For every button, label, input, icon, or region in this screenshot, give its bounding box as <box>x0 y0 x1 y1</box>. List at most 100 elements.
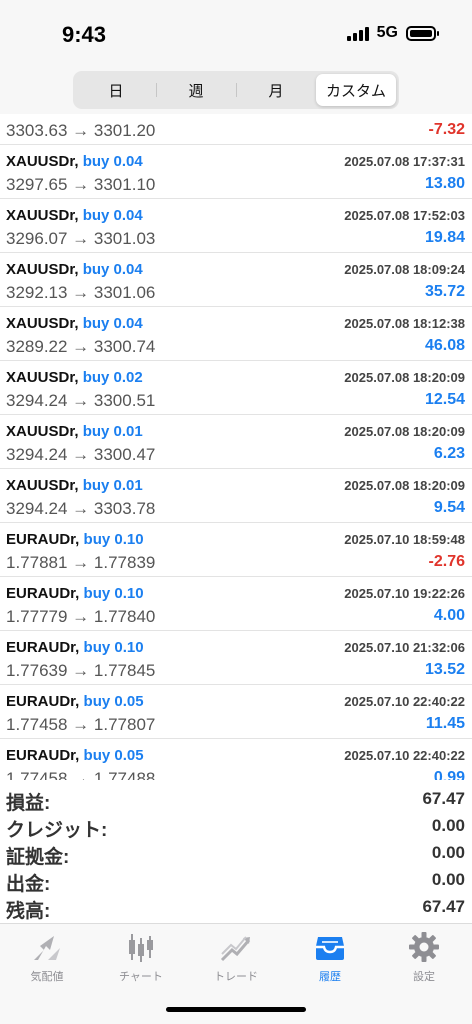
deal-symbol-name: EURAUDr, <box>6 693 80 710</box>
summary-balance-label: 残高: <box>6 901 51 922</box>
status-time: 9:43 <box>62 22 107 47</box>
deal-symbol-name: XAUUSDr, <box>6 369 79 386</box>
status-bar: 9:43 5G <box>0 0 472 70</box>
tab-month[interactable]: 月 <box>236 74 316 106</box>
deal-prices: 3294.24 → 3303.78 <box>6 499 156 518</box>
tab-week[interactable]: 週 <box>156 74 236 106</box>
summary-balance-value: 67.47 <box>422 897 465 916</box>
deal-row[interactable]: EURAUDr, buy 0.05 2025.07.10 22:40:22 1.77… <box>0 739 472 780</box>
deal-symbol-name: XAUUSDr, <box>6 207 79 224</box>
deal-symbol-name: EURAUDr, <box>6 585 80 602</box>
deal-symbol-name: XAUUSDr, <box>6 423 79 440</box>
deal-time: 2025.07.10 18:59:48 <box>344 532 465 547</box>
summary-deposit-row: 証拠金: 0.00 <box>0 839 472 868</box>
deal-row[interactable]: EURAUDr, buy 0.05 2025.07.10 22:40:22 1.77… <box>0 685 472 739</box>
deal-row[interactable]: EURAUDr, buy 0.10 2025.07.10 19:22:26 1.77… <box>0 577 472 631</box>
deal-symbol-name: EURAUDr, <box>6 747 80 764</box>
summary-profit-row: 損益: 67.47 <box>0 785 472 814</box>
status-indicators: 5G <box>346 24 439 42</box>
deal-prices: 3289.22 → 3300.74 <box>6 337 156 356</box>
deal-row[interactable]: EURAUDr, buy 0.10 2025.07.10 18:59:48 1.77… <box>0 523 472 577</box>
deal-prices: 1.77779 → 1.77840 <box>6 607 156 626</box>
deal-symbol-name: XAUUSDr, <box>6 153 79 170</box>
home-indicator[interactable] <box>166 1007 306 1012</box>
tab-chart-label: チャート <box>119 971 163 983</box>
deal-row[interactable]: XAUUSDr, buy 0.02 2025.07.08 18:20:09 3294… <box>0 361 472 415</box>
deal-symbol: EURAUDr, buy 0.05 <box>6 693 144 710</box>
deal-row[interactable]: XAUUSDr, buy 0.01 2025.07.08 18:20:09 3294… <box>0 415 472 469</box>
deal-side-volume: buy 0.04 <box>82 153 143 170</box>
network-type: 5G <box>376 24 398 41</box>
history-icon <box>316 937 344 960</box>
tab-history[interactable]: 履歴 <box>290 930 370 986</box>
deal-profit: 46.08 <box>424 337 465 354</box>
deal-profit: 4.00 <box>433 607 465 624</box>
deal-symbol: EURAUDr, buy 0.05 <box>6 747 144 764</box>
deal-profit: 0.99 <box>433 769 465 780</box>
deal-prices: 1.77881 → 1.77839 <box>6 553 156 572</box>
tab-quotes-label: 気配値 <box>30 971 64 983</box>
battery-icon <box>406 25 439 41</box>
deal-side-volume: buy 0.04 <box>82 207 143 224</box>
deal-profit: 13.52 <box>424 661 465 678</box>
deal-time: 2025.07.10 22:40:22 <box>344 748 465 763</box>
deal-prices: 3296.07 → 3301.03 <box>6 229 156 248</box>
deal-side-volume: buy 0.02 <box>82 369 143 386</box>
tab-history-label: 履歴 <box>319 971 341 983</box>
deal-side-volume: buy 0.04 <box>82 261 143 278</box>
deal-row[interactable]: XAUUSDr, buy 0.04 2025.07.08 18:09:24 3292… <box>0 253 472 307</box>
deal-time: 2025.07.08 18:09:24 <box>344 262 465 277</box>
deal-time: 2025.07.10 19:22:26 <box>344 586 465 601</box>
deal-profit: 13.80 <box>424 175 465 192</box>
summary-credit-row: クレジット: 0.00 <box>0 812 472 841</box>
tab-settings[interactable]: 設定 <box>384 930 464 986</box>
deal-row[interactable]: 3303.63 → 3301.20 -7.32 <box>0 114 472 145</box>
deal-row[interactable]: XAUUSDr, buy 0.01 2025.07.08 18:20:09 3294… <box>0 469 472 523</box>
deal-prices: 3297.65 → 3301.10 <box>6 175 156 194</box>
deal-symbol: XAUUSDr, buy 0.01 <box>6 423 143 440</box>
summary-deposit-value: 0.00 <box>431 843 465 862</box>
deal-profit: 11.45 <box>425 715 465 732</box>
deal-time: 2025.07.10 22:40:22 <box>344 694 465 709</box>
deal-row[interactable]: EURAUDr, buy 0.10 2025.07.10 21:32:06 1.77… <box>0 631 472 685</box>
deal-symbol: XAUUSDr, buy 0.02 <box>6 369 143 386</box>
deal-prices: 3292.13 → 3301.06 <box>6 283 156 302</box>
summary-deposit-label: 証拠金: <box>6 847 70 868</box>
trade-icon <box>220 936 251 962</box>
deal-symbol: EURAUDr, buy 0.10 <box>6 531 144 548</box>
deal-row[interactable]: XAUUSDr, buy 0.04 2025.07.08 18:12:38 3289… <box>0 307 472 361</box>
deal-time: 2025.07.08 18:20:09 <box>344 424 465 439</box>
tab-quotes[interactable]: 気配値 <box>7 930 87 986</box>
deal-symbol: XAUUSDr, buy 0.04 <box>6 261 143 278</box>
deal-profit: 19.84 <box>424 229 465 246</box>
deal-side-volume: buy 0.10 <box>83 531 144 548</box>
deal-profit: -7.32 <box>428 121 465 138</box>
deal-history-list[interactable]: 3303.63 → 3301.20 -7.32 XAUUSDr, buy 0.04 2… <box>0 114 472 780</box>
deal-row[interactable]: XAUUSDr, buy 0.04 2025.07.08 17:37:31 3297… <box>0 145 472 199</box>
deal-prices: 1.77458 → 1.77807 <box>6 715 156 734</box>
deal-side-volume: buy 0.10 <box>83 639 144 656</box>
settings-icon <box>409 932 439 962</box>
period-segmented-control: 日 週 月 カスタム <box>73 71 399 109</box>
deal-side-volume: buy 0.05 <box>83 693 144 710</box>
deal-time: 2025.07.10 21:32:06 <box>344 640 465 655</box>
chart-icon <box>129 934 153 962</box>
deal-symbol: XAUUSDr, buy 0.04 <box>6 207 143 224</box>
tab-custom[interactable]: カスタム <box>316 74 396 106</box>
deal-prices: 1.77458 → 1.77488 <box>6 769 156 780</box>
deal-row[interactable]: XAUUSDr, buy 0.04 2025.07.08 17:52:03 3296… <box>0 199 472 253</box>
deal-time: 2025.07.08 18:20:09 <box>344 370 465 385</box>
tab-chart[interactable]: チャート <box>101 930 181 986</box>
tab-day[interactable]: 日 <box>76 74 156 106</box>
deal-profit: 6.23 <box>433 445 465 462</box>
deal-profit: -2.76 <box>428 553 465 570</box>
deal-time: 2025.07.08 18:12:38 <box>344 316 465 331</box>
deal-symbol-name: XAUUSDr, <box>6 477 79 494</box>
deal-prices: 3303.63 → 3301.20 <box>6 121 156 140</box>
deal-symbol-name: XAUUSDr, <box>6 261 79 278</box>
deal-prices: 3294.24 → 3300.51 <box>6 391 156 410</box>
deal-prices: 1.77639 → 1.77845 <box>6 661 156 680</box>
tab-trade[interactable]: トレード <box>196 930 276 986</box>
deal-profit: 12.54 <box>424 391 465 408</box>
cellular-signal-icon <box>346 25 369 41</box>
